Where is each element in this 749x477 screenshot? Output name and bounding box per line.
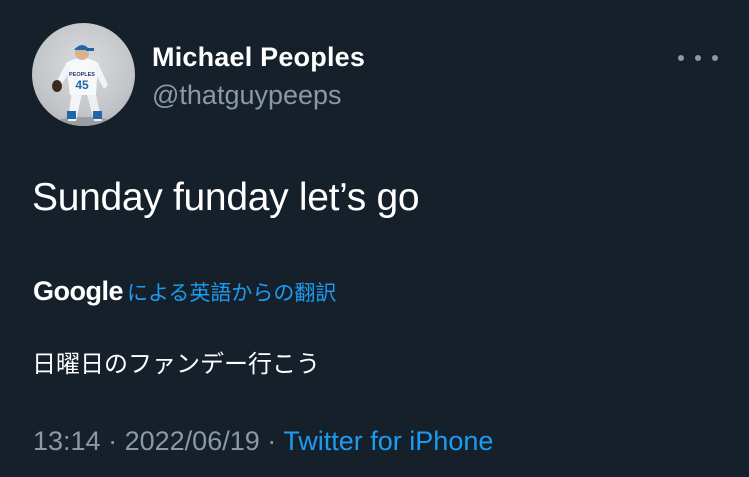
tweet-time[interactable]: 13:14: [33, 426, 101, 456]
avatar[interactable]: PEOPLES 45: [32, 23, 135, 126]
translated-text: 日曜日のファンデー行こう: [32, 350, 320, 378]
more-options-button[interactable]: [678, 48, 718, 68]
author-handle[interactable]: @thatguypeeps: [152, 80, 342, 111]
author-name[interactable]: Michael Peoples: [152, 42, 365, 73]
meta-separator: ·: [108, 426, 118, 456]
google-logo: Google: [33, 276, 124, 306]
translation-label[interactable]: による英語からの翻訳: [127, 277, 336, 307]
tweet-text: Sunday funday let’s go: [32, 176, 420, 219]
tweet-source-link[interactable]: Twitter for iPhone: [283, 426, 493, 456]
tweet-date[interactable]: 2022/06/19: [125, 426, 260, 456]
avatar-image: PEOPLES 45: [52, 45, 114, 126]
tweet-metadata: 13:14 · 2022/06/19 · Twitter for iPhone: [33, 426, 493, 457]
more-horizontal-icon-dot: [695, 55, 701, 61]
more-horizontal-icon: [678, 55, 684, 61]
translation-attribution[interactable]: Google による英語からの翻訳: [33, 276, 336, 307]
meta-separator: ·: [267, 426, 277, 456]
more-horizontal-icon-dot: [712, 55, 718, 61]
jersey-number: 45: [75, 78, 89, 92]
